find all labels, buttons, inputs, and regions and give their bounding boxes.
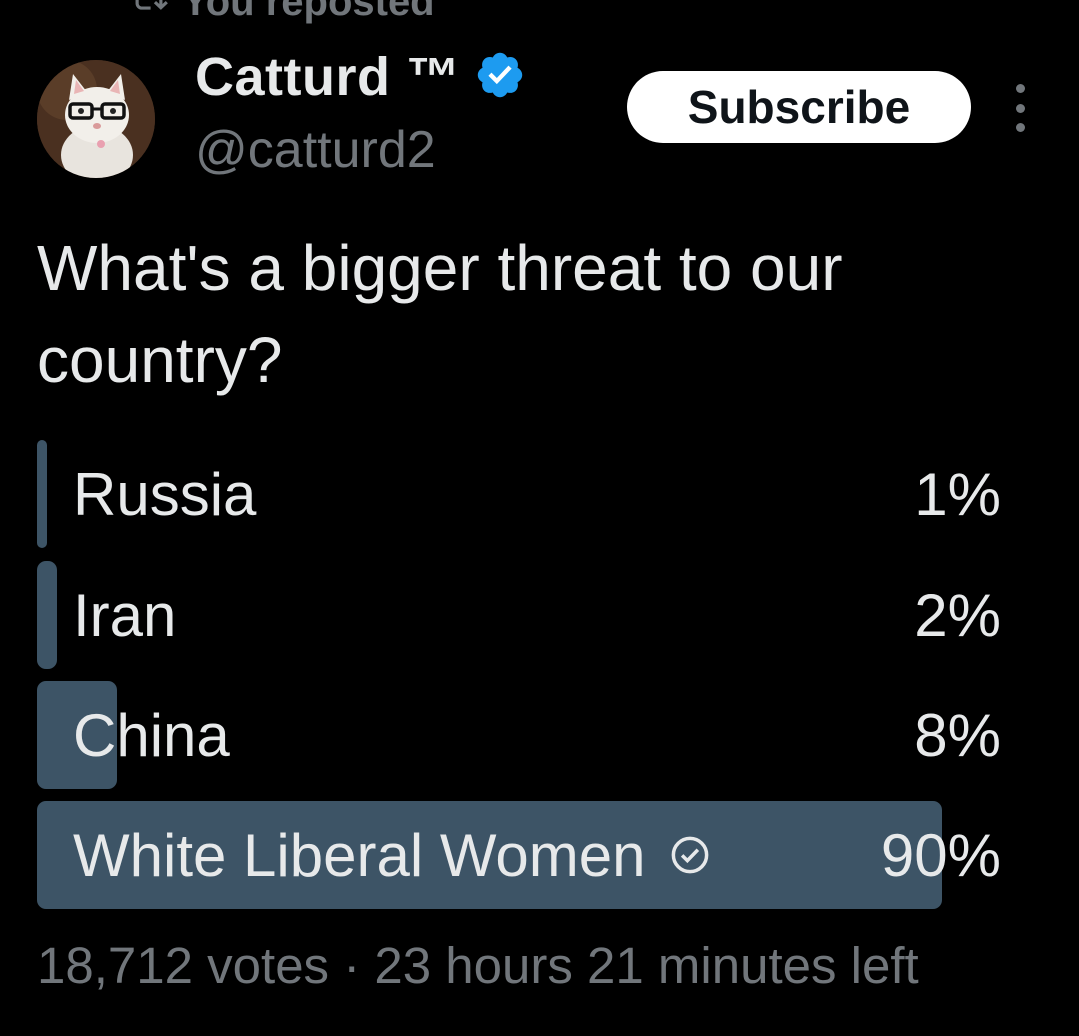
poll-option-percent: 1% [914,460,1001,528]
repost-indicator: You reposted [130,0,435,26]
poll-option-label: Iran [73,581,177,649]
poll-bar-fill [37,440,47,548]
poll-option-percent: 2% [914,581,1001,649]
tweet-text: What's a bigger threat to our country? [37,232,843,396]
poll-option-label: White Liberal Women [73,821,646,889]
poll-option-percent: 8% [914,701,1001,769]
poll-option-china: China 8% [37,681,1001,789]
repost-label: You reposted [182,0,435,24]
poll-footer: 18,712 votes · 23 hours 21 minutes left [37,936,919,995]
subscribe-button[interactable]: Subscribe [627,71,971,143]
avatar[interactable] [37,60,155,178]
poll-option-percent: 90% [880,821,1001,889]
poll-separator: · [343,937,361,994]
author-name-row[interactable]: Catturd ™ [195,46,526,108]
author-display-name[interactable]: Catturd ™ [195,46,460,108]
poll-option-russia: Russia 1% [37,440,1001,548]
poll-option-white-liberal-women: White Liberal Women 90% [37,801,1001,909]
more-options-icon[interactable] [1004,84,1036,132]
author-handle[interactable]: @catturd2 [195,120,436,180]
poll-bar-fill [37,561,57,669]
poll-option-label: China [73,701,230,769]
poll-time-left: 23 hours 21 minutes left [374,937,919,994]
repost-icon [130,0,168,26]
voted-check-icon [645,821,711,890]
poll-option-label: Russia [73,460,257,528]
verified-badge-icon [460,49,526,106]
poll-option-iran: Iran 2% [37,561,1001,669]
poll-vote-count: 18,712 votes [37,937,330,994]
